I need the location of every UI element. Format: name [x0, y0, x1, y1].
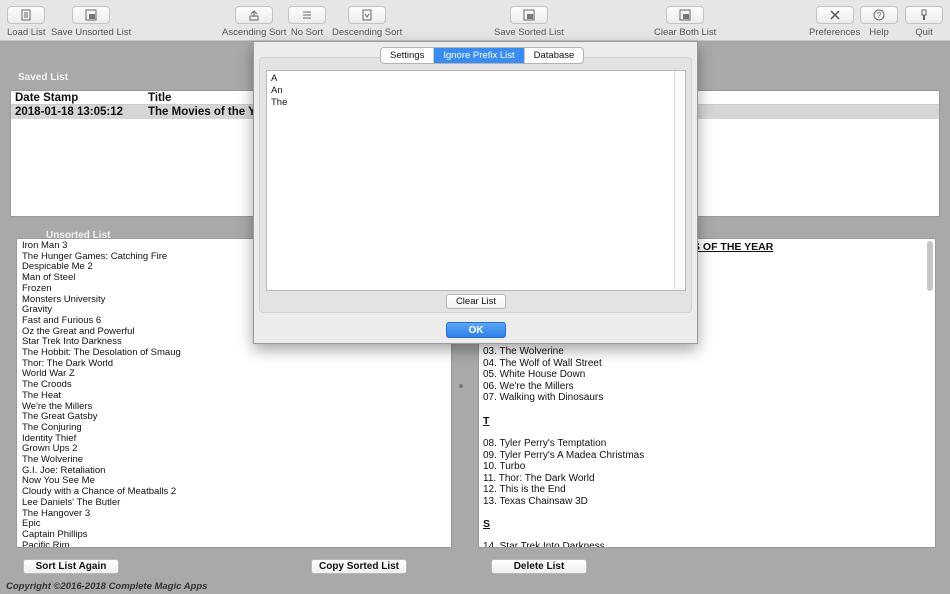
quit-icon: [921, 9, 927, 20]
sorted-item[interactable]: 10. Turbo: [483, 461, 525, 472]
sorted-item[interactable]: 14. Star Trek Into Darkness: [483, 541, 605, 547]
preferences-button[interactable]: Preferences: [809, 6, 860, 38]
sorted-item[interactable]: 13. Texas Chainsaw 3D: [483, 496, 588, 507]
list-item[interactable]: Thor: The Dark World: [22, 358, 451, 370]
load-list-label: Load List: [7, 27, 46, 38]
sorted-item[interactable]: 07. Walking with Dinosaurs: [483, 392, 603, 403]
list-item[interactable]: Lee Daniels' The Butler: [22, 497, 451, 509]
sorted-item[interactable]: 08. Tyler Perry's Temptation: [483, 438, 606, 449]
row-date: 2018-01-18 13:05:12: [15, 106, 124, 118]
copy-sorted-list-button[interactable]: Copy Sorted List: [311, 559, 407, 574]
quit-button[interactable]: Quit: [905, 6, 943, 38]
tab-ignore-prefix-list[interactable]: Ignore Prefix List: [434, 48, 525, 63]
ascending-sort-label: Ascending Sort: [222, 27, 287, 38]
help-icon: ?: [873, 9, 885, 21]
preferences-label: Preferences: [809, 27, 861, 38]
preferences-dialog: A An The Clear List Settings Ignore Prefix…: [253, 41, 698, 344]
ascending-sort-button[interactable]: Ascending Sort: [222, 6, 286, 38]
list-item[interactable]: Pacific Rim: [22, 540, 451, 547]
save-sorted-button[interactable]: Save Sorted List: [494, 6, 564, 38]
no-sort-button[interactable]: No Sort: [288, 6, 326, 38]
save-sorted-label: Save Sorted List: [494, 27, 564, 38]
save-unsorted-icon: [85, 9, 97, 21]
list-item[interactable]: Grown Ups 2: [22, 444, 451, 455]
sorted-item[interactable]: 06. We're the Millers: [483, 381, 574, 392]
help-button[interactable]: ? Help: [860, 6, 898, 38]
list-item[interactable]: Identity Thief: [22, 433, 451, 445]
no-sort-icon: [303, 11, 311, 19]
clear-list-button[interactable]: Clear List: [446, 294, 506, 309]
tab-bar: Settings Ignore Prefix List Database: [380, 47, 585, 64]
saved-list-title: Saved List: [18, 72, 69, 83]
save-unsorted-button[interactable]: Save Unsorted List: [51, 6, 131, 38]
letter-heading-t: T: [483, 415, 490, 427]
save-unsorted-label: Save Unsorted List: [51, 27, 132, 38]
clear-both-button[interactable]: Clear Both List: [654, 6, 716, 38]
no-sort-label: No Sort: [290, 27, 324, 38]
ok-button[interactable]: OK: [446, 322, 506, 338]
clear-both-label: Clear Both List: [654, 27, 717, 38]
tab-settings[interactable]: Settings: [381, 48, 435, 63]
sorted-item[interactable]: 05. White House Down: [483, 369, 585, 380]
sorted-item[interactable]: 04. The Wolf of Wall Street: [483, 358, 602, 369]
prefix-entry: A: [271, 73, 278, 84]
sorted-item[interactable]: 12. This is the End: [483, 484, 566, 495]
sorted-list-scrollbar[interactable]: [927, 241, 933, 291]
sort-list-again-button[interactable]: Sort List Again: [23, 559, 119, 574]
splitter-handle[interactable]: [459, 384, 463, 388]
save-sorted-icon: [523, 9, 535, 21]
list-item[interactable]: The Great Gatsby: [22, 412, 451, 423]
copyright-text: Copyright ©2016-2018 Complete Magic Apps: [6, 581, 208, 592]
descending-sort-button[interactable]: Descending Sort: [332, 6, 402, 38]
date-stamp-column-header[interactable]: Date Stamp: [11, 92, 148, 104]
svg-text:?: ?: [877, 11, 882, 20]
prefix-scrollbar[interactable]: [674, 71, 685, 290]
letter-heading-s: S: [483, 518, 491, 530]
load-list-icon: [21, 9, 31, 21]
sorted-item[interactable]: 11. Thor: The Dark World: [483, 473, 595, 484]
sorted-item[interactable]: 09. Tyler Perry's A Madea Christmas: [483, 450, 644, 461]
descending-sort-icon: [362, 9, 372, 21]
preferences-icon: [830, 10, 840, 20]
help-label: Help: [869, 27, 889, 38]
list-item[interactable]: The Croods: [22, 379, 451, 391]
prefix-entry: The: [271, 97, 288, 108]
quit-label: Quit: [915, 27, 933, 38]
list-item[interactable]: World War Z: [22, 369, 451, 380]
list-item[interactable]: The Conjuring: [22, 422, 451, 434]
toolbar: Load List Save Unsorted List Ascending S…: [0, 0, 950, 41]
load-list-button[interactable]: Load List: [7, 6, 46, 38]
list-item[interactable]: The Hangover 3: [22, 508, 451, 520]
sorted-item[interactable]: 03. The Wolverine: [483, 346, 564, 357]
list-item[interactable]: The Heat: [22, 390, 451, 402]
descending-sort-label: Descending Sort: [332, 27, 403, 38]
ascending-sort-icon: [249, 10, 259, 21]
ignore-prefix-text-area[interactable]: A An The: [266, 70, 686, 291]
clear-both-icon: [679, 9, 691, 21]
prefix-entry: An: [271, 85, 283, 96]
sorted-list-heading: S OF THE YEAR: [693, 241, 774, 253]
tab-panel: A An The Clear List: [259, 57, 692, 313]
list-item[interactable]: Captain Phillips: [22, 529, 451, 541]
delete-list-button[interactable]: Delete List: [491, 559, 587, 574]
tab-database[interactable]: Database: [525, 48, 584, 63]
